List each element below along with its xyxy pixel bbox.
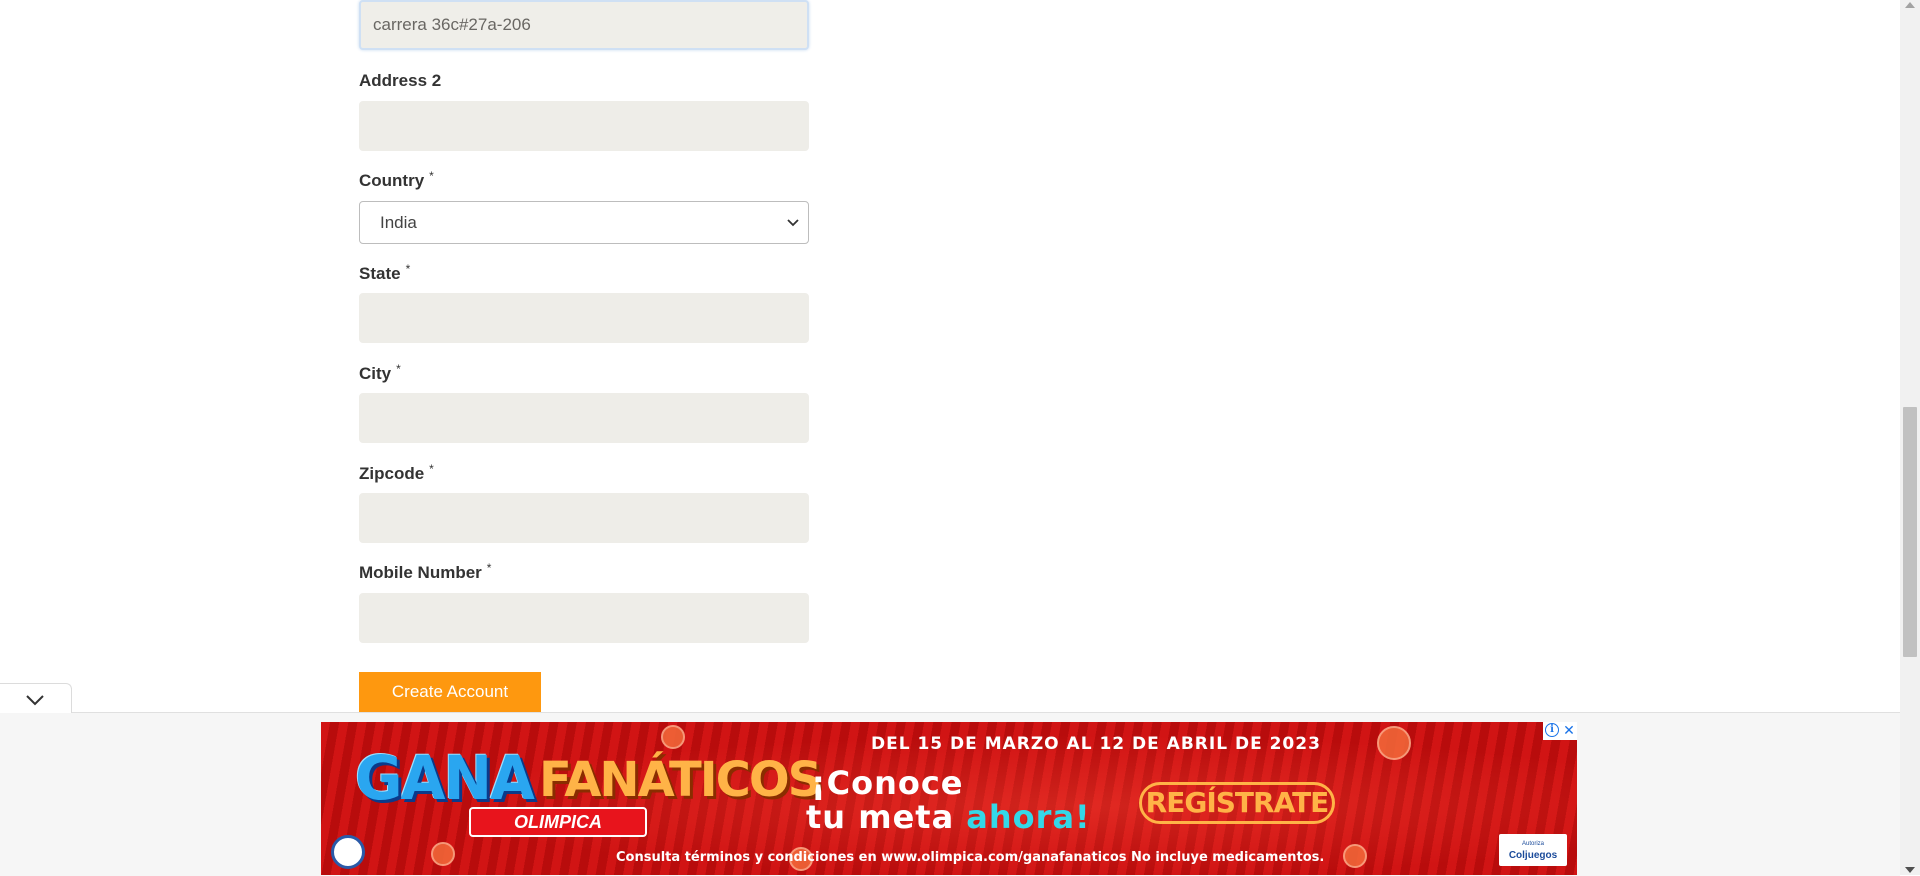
zipcode-label-text: Zipcode [359, 464, 425, 483]
ad-regulator-badge: Autoriza Coljuegos [1499, 834, 1567, 866]
create-account-button[interactable]: Create Account [359, 672, 541, 712]
city-label-text: City [359, 364, 392, 383]
ad-brand-gana: GANA [355, 742, 535, 814]
ad-register-button[interactable]: REGÍSTRATE [1139, 782, 1335, 824]
address2-label: Address 2 [359, 71, 441, 91]
ad-headline-line2-prefix: tu meta [806, 798, 955, 836]
coin-graphic [1377, 726, 1411, 760]
mobile-input[interactable] [359, 593, 809, 643]
required-mark: * [429, 462, 434, 476]
close-icon[interactable]: ✕ [1561, 722, 1577, 738]
ad-headline-line1: ¡Conoce [811, 764, 964, 802]
state-label-text: State [359, 264, 401, 283]
zipcode-input[interactable] [359, 493, 809, 543]
ad-date-range: DEL 15 DE MARZO AL 12 DE ABRIL DE 2023 [871, 734, 1321, 754]
ad-banner[interactable]: GANA FANÁTICOS OLIMPICA DEL 15 DE MARZO … [321, 722, 1577, 875]
ad-collapse-tab[interactable] [0, 683, 72, 713]
address2-input[interactable] [359, 101, 809, 151]
city-input[interactable] [359, 393, 809, 443]
zipcode-label: Zipcode * [359, 462, 434, 484]
coin-graphic [431, 842, 455, 866]
mobile-label-text: Mobile Number [359, 563, 482, 582]
ad-disclaimer: Consulta términos y condiciones en www.o… [616, 850, 1325, 865]
ad-regulator-small: Autoriza [1521, 841, 1544, 847]
scrollbar-thumb[interactable] [1903, 407, 1917, 657]
country-label-text: Country [359, 171, 425, 190]
required-mark: * [429, 169, 434, 183]
coin-graphic [1343, 844, 1367, 868]
state-input[interactable] [359, 293, 809, 343]
ad-brand-fanaticos: FANÁTICOS [539, 752, 822, 808]
ad-headline-line2: tu meta ahora! [806, 798, 1091, 836]
country-selected-value: India [380, 213, 417, 232]
address1-input[interactable] [359, 0, 809, 50]
required-mark: * [396, 362, 401, 376]
chevron-down-icon [787, 219, 799, 227]
state-label: State * [359, 262, 411, 284]
ad-regulator-name: Coljuegos [1508, 850, 1558, 861]
scroll-up-arrow-icon[interactable] [1905, 2, 1915, 8]
info-icon[interactable]: i [1545, 723, 1559, 737]
city-label: City * [359, 362, 401, 384]
country-select[interactable]: India [359, 201, 809, 244]
address2-label-text: Address 2 [359, 71, 442, 90]
required-mark: * [486, 561, 492, 575]
ad-seal-icon [331, 835, 365, 869]
ad-headline-line2-accent: ahora! [966, 798, 1091, 836]
scroll-down-arrow-icon[interactable] [1905, 867, 1915, 873]
mobile-label: Mobile Number * [359, 561, 492, 583]
coin-graphic [661, 725, 685, 749]
country-label: Country * [359, 169, 434, 191]
ad-retailer-logo: OLIMPICA [469, 807, 647, 837]
required-mark: * [405, 262, 411, 276]
ad-controls: i ✕ [1543, 722, 1577, 740]
chevron-down-icon [26, 695, 44, 706]
vertical-scrollbar[interactable] [1900, 0, 1920, 875]
